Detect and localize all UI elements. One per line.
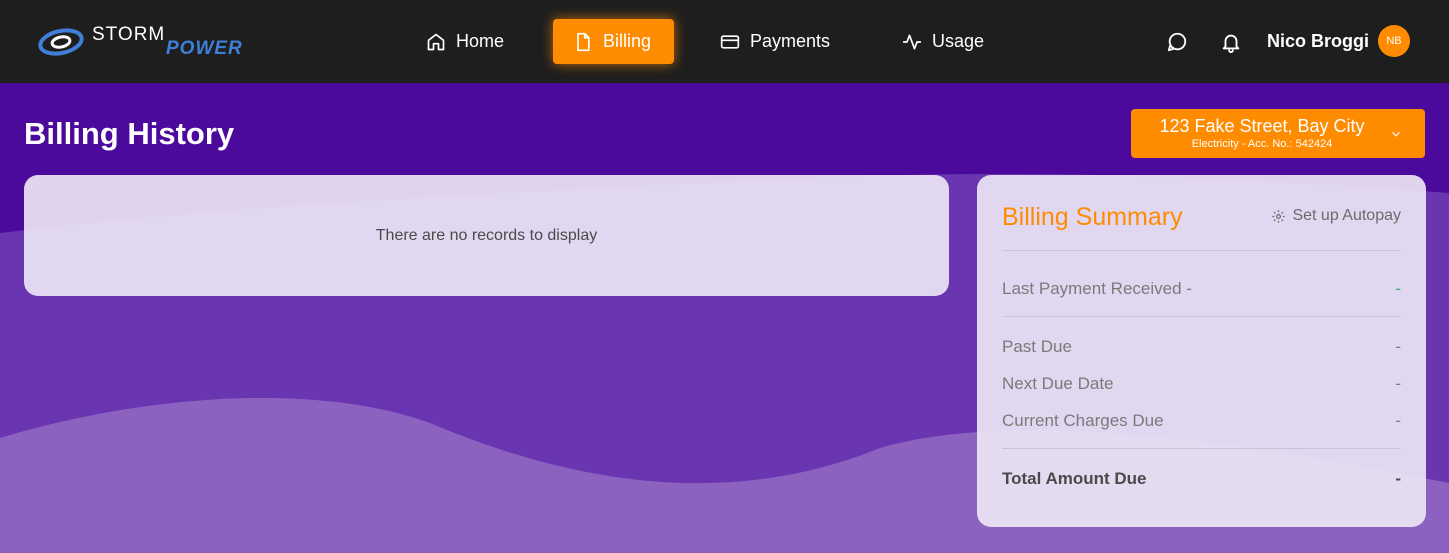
nav-home-label: Home bbox=[456, 31, 505, 51]
billing-summary-card: Billing Summary Set up Autopay Last Paym… bbox=[977, 175, 1426, 527]
nav-billing[interactable]: Billing bbox=[553, 19, 674, 64]
page-title: Billing History bbox=[24, 116, 235, 151]
nav-usage-label: Usage bbox=[932, 31, 985, 51]
billing-summary-title: Billing Summary bbox=[1002, 203, 1183, 231]
last-payment-value: - bbox=[1395, 279, 1401, 298]
logo-word-storm: STORM bbox=[92, 24, 166, 45]
logo-word-power: POWER bbox=[166, 38, 243, 59]
past-due-label: Past Due bbox=[1002, 337, 1072, 356]
avatar[interactable]: NB bbox=[1378, 25, 1410, 57]
user-name[interactable]: Nico Broggi bbox=[1267, 31, 1369, 52]
next-due-date-row: Next Due Date - bbox=[1002, 374, 1401, 394]
empty-records-message: There are no records to display bbox=[375, 227, 598, 244]
nav-payments[interactable]: Payments bbox=[700, 19, 850, 64]
account-selector-dropdown[interactable]: 123 Fake Street, Bay City Electricity - … bbox=[1131, 109, 1425, 158]
past-due-row: Past Due - bbox=[1002, 337, 1401, 357]
setup-autopay-link[interactable]: Set up Autopay bbox=[1271, 207, 1401, 225]
total-amount-due-row: Total Amount Due - bbox=[1002, 469, 1401, 489]
chevron-down-icon bbox=[1392, 131, 1400, 137]
divider bbox=[1002, 250, 1401, 251]
divider bbox=[1002, 316, 1401, 317]
total-amount-due-value: - bbox=[1395, 469, 1401, 488]
current-charges-row: Current Charges Due - bbox=[1002, 411, 1401, 431]
logo-swirl-icon bbox=[38, 28, 84, 56]
chat-icon[interactable] bbox=[1166, 31, 1188, 53]
bell-icon[interactable] bbox=[1220, 31, 1242, 53]
last-payment-label: Last Payment Received - bbox=[1002, 279, 1192, 298]
nav-payments-label: Payments bbox=[750, 31, 831, 51]
gear-icon bbox=[1272, 209, 1286, 223]
last-payment-row: Last Payment Received - - bbox=[1002, 279, 1401, 299]
total-amount-due-label: Total Amount Due bbox=[1002, 469, 1147, 488]
activity-icon bbox=[902, 34, 922, 50]
account-address: 123 Fake Street, Bay City bbox=[1159, 116, 1365, 136]
credit-card-icon bbox=[720, 34, 740, 49]
divider bbox=[1002, 448, 1401, 449]
nav-billing-label: Billing bbox=[603, 31, 652, 51]
storm-power-logo[interactable]: STORM POWER bbox=[38, 22, 258, 64]
account-details: Electricity - Acc. No.: 542424 bbox=[1191, 138, 1333, 150]
current-charges-label: Current Charges Due bbox=[1002, 411, 1164, 430]
top-navigation-bar: STORM POWER Home Billing Payments Usage … bbox=[0, 0, 1449, 83]
home-icon bbox=[427, 33, 445, 50]
setup-autopay-label: Set up Autopay bbox=[1292, 207, 1401, 224]
current-charges-value: - bbox=[1395, 411, 1401, 430]
next-due-date-label: Next Due Date bbox=[1002, 374, 1114, 393]
nav-usage[interactable]: Usage bbox=[882, 19, 1004, 64]
past-due-value: - bbox=[1395, 337, 1401, 356]
next-due-date-value: - bbox=[1395, 374, 1401, 393]
document-icon bbox=[577, 32, 590, 51]
nav-home[interactable]: Home bbox=[406, 19, 524, 64]
billing-records-panel: There are no records to display bbox=[24, 175, 949, 296]
